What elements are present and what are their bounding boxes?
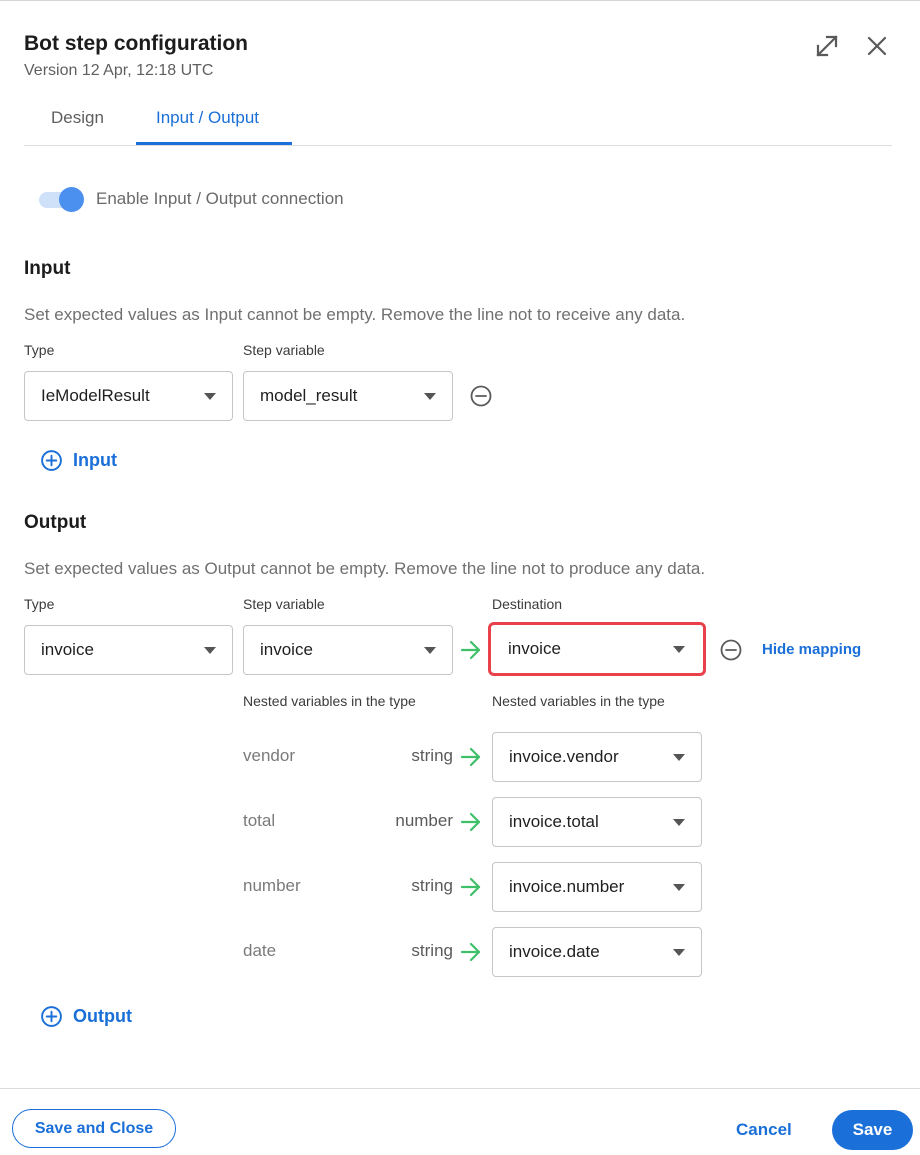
add-output-button[interactable]: Output xyxy=(40,1005,132,1028)
tab-design[interactable]: Design xyxy=(51,108,104,128)
caret-down-icon xyxy=(424,647,436,654)
plus-circle-icon xyxy=(41,450,62,471)
output-step-variable-select[interactable]: invoice xyxy=(243,625,453,675)
output-type-select[interactable]: invoice xyxy=(24,625,233,675)
output-destination-value: invoice xyxy=(508,639,561,658)
close-icon xyxy=(867,36,887,56)
input-step-variable-value: model_result xyxy=(260,386,358,405)
toggle-knob xyxy=(59,187,84,212)
nested-destination-value: invoice.total xyxy=(509,812,599,831)
nested-variable-type: string xyxy=(411,876,453,895)
output-type-value: invoice xyxy=(41,640,94,659)
nested-destination-select[interactable]: invoice.total xyxy=(492,797,702,847)
output-destination-select[interactable]: invoice xyxy=(488,622,706,676)
caret-down-icon xyxy=(673,884,685,891)
nested-variable-name: vendor xyxy=(243,746,295,765)
input-section-title: Input xyxy=(24,258,71,279)
expand-button[interactable] xyxy=(811,30,843,62)
add-input-button[interactable]: Input xyxy=(40,449,117,472)
input-step-variable-label: Step variable xyxy=(243,342,325,358)
nested-variable-type: string xyxy=(411,746,453,765)
arrow-right-icon xyxy=(459,746,483,768)
version-label: Version 12 Apr, 12:18 UTC xyxy=(24,62,214,79)
add-output-label: Output xyxy=(73,1006,132,1026)
footer-divider xyxy=(0,1088,920,1089)
nested-destination-value: invoice.date xyxy=(509,942,600,961)
caret-down-icon xyxy=(673,819,685,826)
expand-icon xyxy=(816,35,838,57)
close-button[interactable] xyxy=(861,30,893,62)
caret-down-icon xyxy=(673,754,685,761)
output-description: Set expected values as Output cannot be … xyxy=(24,559,706,578)
add-input-label: Input xyxy=(73,450,117,470)
nested-variable-name: number xyxy=(243,876,301,895)
nested-variables-label-right: Nested variables in the type xyxy=(492,693,665,709)
remove-input-button[interactable] xyxy=(469,384,493,408)
nested-variable-type: number xyxy=(395,811,453,830)
tab-input-output[interactable]: Input / Output xyxy=(156,108,259,128)
arrow-right-icon xyxy=(459,941,483,963)
caret-down-icon xyxy=(673,949,685,956)
caret-down-icon xyxy=(673,646,685,653)
caret-down-icon xyxy=(204,647,216,654)
save-and-close-button[interactable]: Save and Close xyxy=(12,1109,176,1148)
nested-destination-select[interactable]: invoice.date xyxy=(492,927,702,977)
output-type-label: Type xyxy=(24,596,55,612)
hide-mapping-link[interactable]: Hide mapping xyxy=(762,641,861,658)
input-type-select[interactable]: IeModelResult xyxy=(24,371,233,421)
input-type-value: IeModelResult xyxy=(41,386,150,405)
minus-circle-icon xyxy=(720,639,742,661)
arrow-right-icon xyxy=(459,876,483,898)
input-description: Set expected values as Input cannot be e… xyxy=(24,305,686,324)
caret-down-icon xyxy=(204,393,216,400)
dialog-title: Bot step configuration xyxy=(24,32,248,55)
input-type-label: Type xyxy=(24,342,55,358)
output-step-variable-value: invoice xyxy=(260,640,313,659)
arrow-right-icon xyxy=(459,639,483,661)
nested-destination-value: invoice.vendor xyxy=(509,747,619,766)
nested-variable-name: total xyxy=(243,811,276,830)
nested-destination-value: invoice.number xyxy=(509,877,625,896)
arrow-right-icon xyxy=(459,811,483,833)
top-border xyxy=(0,0,920,1)
input-step-variable-select[interactable]: model_result xyxy=(243,371,453,421)
nested-variable-type: string xyxy=(411,941,453,960)
output-step-variable-label: Step variable xyxy=(243,596,325,612)
save-button[interactable]: Save xyxy=(832,1110,913,1150)
toggle-label: Enable Input / Output connection xyxy=(96,189,344,208)
io-connection-toggle[interactable] xyxy=(39,187,85,213)
plus-circle-icon xyxy=(41,1006,62,1027)
remove-output-button[interactable] xyxy=(719,638,743,662)
output-section-title: Output xyxy=(24,512,87,533)
tabs-divider xyxy=(24,145,892,146)
nested-variables-label-left: Nested variables in the type xyxy=(243,693,416,709)
nested-destination-select[interactable]: invoice.number xyxy=(492,862,702,912)
caret-down-icon xyxy=(424,393,436,400)
cancel-button[interactable]: Cancel xyxy=(736,1120,792,1140)
minus-circle-icon xyxy=(470,385,492,407)
output-destination-label: Destination xyxy=(492,596,563,612)
nested-destination-select[interactable]: invoice.vendor xyxy=(492,732,702,782)
nested-variable-name: date xyxy=(243,941,277,960)
